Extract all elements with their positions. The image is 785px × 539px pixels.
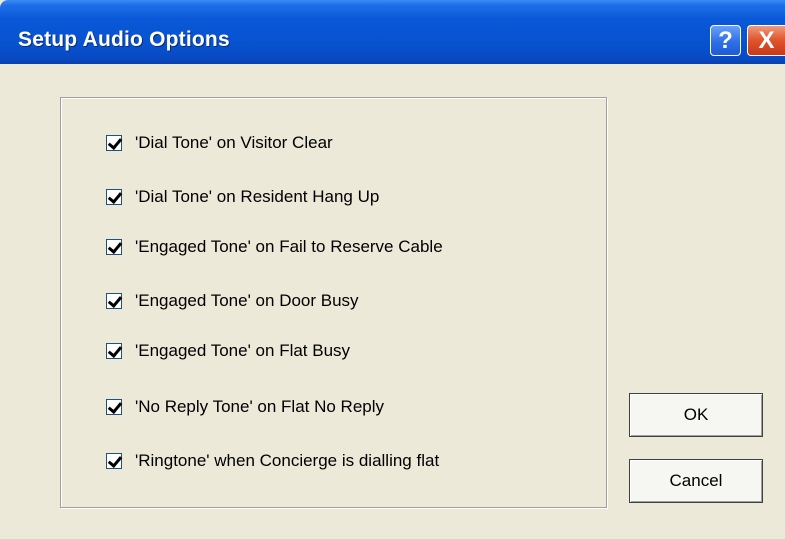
checkbox-no-reply-tone-flat-no-reply[interactable]: [106, 399, 122, 415]
checkbox-engaged-tone-flat-busy[interactable]: [106, 343, 122, 359]
option-label: 'Engaged Tone' on Fail to Reserve Cable: [135, 237, 443, 256]
option-engaged-tone-door-busy[interactable]: 'Engaged Tone' on Door Busy: [106, 291, 359, 311]
option-dial-tone-resident-hang-up[interactable]: 'Dial Tone' on Resident Hang Up: [106, 187, 379, 207]
title-bar[interactable]: Setup Audio Options ? X: [0, 0, 785, 64]
option-label: 'Engaged Tone' on Door Busy: [135, 291, 359, 310]
option-label: 'Dial Tone' on Resident Hang Up: [135, 187, 380, 206]
checkbox-dial-tone-resident-hang-up[interactable]: [106, 189, 122, 205]
checkbox-ringtone-concierge-dialling[interactable]: [106, 453, 122, 469]
help-icon: ?: [718, 26, 733, 54]
close-button[interactable]: X: [747, 25, 785, 56]
close-icon: X: [758, 26, 775, 54]
option-dial-tone-visitor-clear[interactable]: 'Dial Tone' on Visitor Clear: [106, 133, 333, 153]
setup-audio-options-dialog: Setup Audio Options ? X 'Dial Tone' on V…: [0, 0, 785, 539]
checkbox-dial-tone-visitor-clear[interactable]: [106, 135, 122, 151]
checkbox-engaged-tone-fail-reserve-cable[interactable]: [106, 239, 122, 255]
option-engaged-tone-flat-busy[interactable]: 'Engaged Tone' on Flat Busy: [106, 341, 350, 361]
option-ringtone-concierge-dialling[interactable]: 'Ringtone' when Concierge is dialling fl…: [106, 451, 439, 471]
checkbox-engaged-tone-door-busy[interactable]: [106, 293, 122, 309]
option-label: 'Ringtone' when Concierge is dialling fl…: [135, 451, 440, 470]
option-label: 'Engaged Tone' on Flat Busy: [135, 341, 351, 360]
help-button[interactable]: ?: [710, 25, 741, 56]
option-label: 'No Reply Tone' on Flat No Reply: [135, 397, 385, 416]
cancel-button[interactable]: Cancel: [629, 459, 763, 503]
option-label: 'Dial Tone' on Visitor Clear: [135, 133, 333, 152]
option-engaged-tone-fail-reserve-cable[interactable]: 'Engaged Tone' on Fail to Reserve Cable: [106, 237, 443, 257]
ok-button[interactable]: OK: [629, 393, 763, 437]
dialog-title: Setup Audio Options: [18, 28, 230, 51]
option-no-reply-tone-flat-no-reply[interactable]: 'No Reply Tone' on Flat No Reply: [106, 397, 384, 417]
